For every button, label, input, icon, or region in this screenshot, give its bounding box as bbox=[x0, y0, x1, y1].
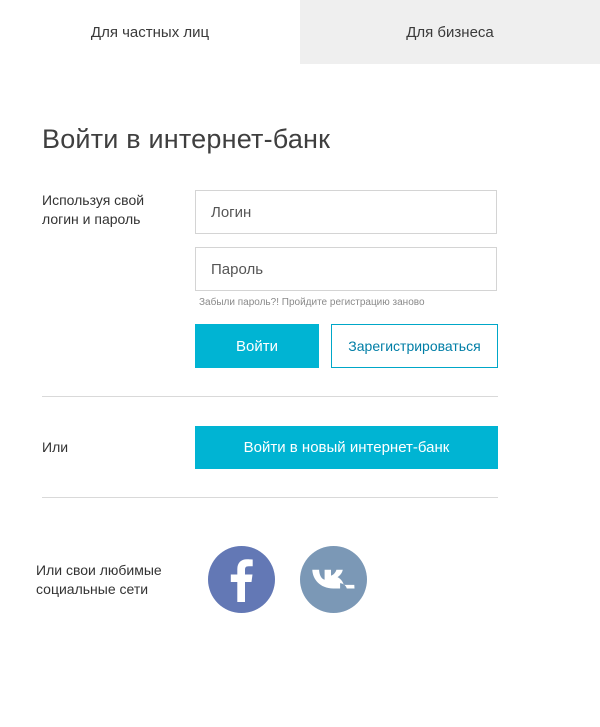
or-label: Или bbox=[42, 439, 69, 455]
divider bbox=[42, 497, 498, 498]
forgot-password-hint[interactable]: Забыли пароль?! Пройдите регистрацию зан… bbox=[199, 297, 425, 308]
facebook-icon bbox=[230, 559, 253, 602]
new-internet-bank-button[interactable]: Войти в новый интернет-банк bbox=[195, 426, 498, 469]
divider bbox=[42, 396, 498, 397]
vk-icon bbox=[312, 569, 355, 589]
tab-bar: Для частных лиц Для бизнеса bbox=[0, 0, 600, 64]
login-method-label: Используя свой логин и пароль bbox=[42, 192, 145, 227]
vk-login-button[interactable] bbox=[300, 546, 367, 613]
tab-business[interactable]: Для бизнеса bbox=[300, 0, 600, 64]
login-button[interactable]: Войти bbox=[195, 324, 319, 368]
tab-private[interactable]: Для частных лиц bbox=[0, 0, 300, 64]
password-input[interactable] bbox=[195, 247, 497, 291]
login-input[interactable] bbox=[195, 190, 497, 234]
page-title: Войти в интернет-банк bbox=[42, 124, 331, 154]
register-button[interactable]: Зарегистрироваться bbox=[331, 324, 498, 368]
facebook-login-button[interactable] bbox=[208, 546, 275, 613]
social-networks-label: Или свои любимые социальные сети bbox=[36, 562, 162, 597]
